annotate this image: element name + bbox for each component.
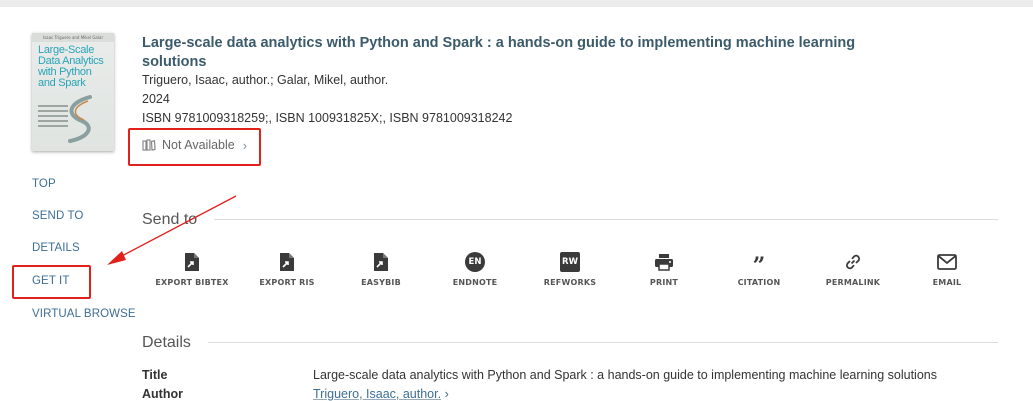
print-label: PRINT bbox=[649, 278, 679, 287]
permalink-button[interactable]: PERMALINK bbox=[813, 251, 893, 287]
envelope-icon bbox=[937, 254, 957, 270]
link-icon bbox=[846, 254, 860, 270]
cover-authors: Isaac Triguero and Mikel Galar bbox=[32, 33, 114, 42]
easybib-button[interactable]: EASYBIB bbox=[341, 251, 421, 287]
refworks-label: REFWORKS bbox=[543, 278, 597, 287]
easybib-label: EASYBIB bbox=[361, 278, 401, 287]
refworks-icon: RW bbox=[560, 252, 580, 272]
detail-title-value: Large-scale data analytics with Python a… bbox=[313, 368, 937, 382]
cover-swirl-graphic bbox=[68, 95, 92, 143]
book-cover-thumbnail[interactable]: Isaac Triguero and Mikel Galar Large-Sca… bbox=[32, 33, 114, 151]
record-title-link[interactable]: Large-scale data analytics with Python a… bbox=[142, 34, 862, 72]
export-file-icon bbox=[374, 253, 388, 271]
export-ris-button[interactable]: EXPORT RIS bbox=[247, 251, 327, 287]
record-isbn: ISBN 9781009318259;, ISBN 100931825X;, I… bbox=[142, 111, 513, 125]
export-file-icon bbox=[185, 253, 199, 271]
cover-title: Large-Scale Data Analytics with Python a… bbox=[38, 44, 104, 89]
chevron-right-icon: › bbox=[444, 387, 449, 401]
record-year: 2024 bbox=[142, 92, 170, 106]
top-band bbox=[0, 0, 1033, 7]
availability-status-link[interactable]: Not Available › bbox=[142, 137, 247, 153]
endnote-icon: EN bbox=[465, 252, 485, 272]
book-shelf-icon bbox=[142, 139, 156, 151]
email-button[interactable]: EMAIL bbox=[907, 251, 987, 287]
detail-title-label: Title bbox=[142, 368, 168, 382]
quote-icon: ” bbox=[752, 253, 766, 279]
export-bibtex-label: EXPORT BIBTEX bbox=[155, 278, 229, 287]
endnote-button[interactable]: EN ENDNOTE bbox=[435, 251, 515, 287]
details-heading: Details bbox=[142, 334, 191, 351]
print-button[interactable]: PRINT bbox=[624, 251, 704, 287]
availability-label: Not Available bbox=[162, 138, 235, 152]
chevron-right-icon: › bbox=[242, 137, 248, 153]
details-divider bbox=[208, 342, 998, 343]
nav-details[interactable]: DETAILS bbox=[32, 242, 80, 254]
detail-author-value[interactable]: Triguero, Isaac, author. › bbox=[313, 387, 449, 401]
export-file-icon bbox=[280, 253, 294, 271]
export-bibtex-button[interactable]: EXPORT BIBTEX bbox=[152, 251, 232, 287]
nav-send-to[interactable]: SEND TO bbox=[32, 210, 83, 222]
email-label: EMAIL bbox=[932, 278, 962, 287]
nav-top[interactable]: TOP bbox=[32, 178, 56, 190]
citation-label: CITATION bbox=[737, 278, 781, 287]
author-link[interactable]: Triguero, Isaac, author. bbox=[313, 387, 441, 401]
endnote-label: ENDNOTE bbox=[452, 278, 498, 287]
get-it-highlight-box bbox=[12, 265, 91, 299]
permalink-label: PERMALINK bbox=[825, 278, 881, 287]
citation-button[interactable]: ” CITATION bbox=[719, 251, 799, 287]
send-to-heading: Send to bbox=[142, 211, 198, 228]
send-to-divider bbox=[214, 219, 998, 220]
refworks-button[interactable]: RW REFWORKS bbox=[530, 251, 610, 287]
export-ris-label: EXPORT RIS bbox=[259, 278, 315, 287]
record-authors: Triguero, Isaac, author.; Galar, Mikel, … bbox=[142, 73, 389, 87]
printer-icon bbox=[655, 254, 673, 271]
nav-virtual-browse[interactable]: VIRTUAL BROWSE bbox=[32, 308, 136, 320]
detail-author-label: Author bbox=[142, 387, 183, 401]
